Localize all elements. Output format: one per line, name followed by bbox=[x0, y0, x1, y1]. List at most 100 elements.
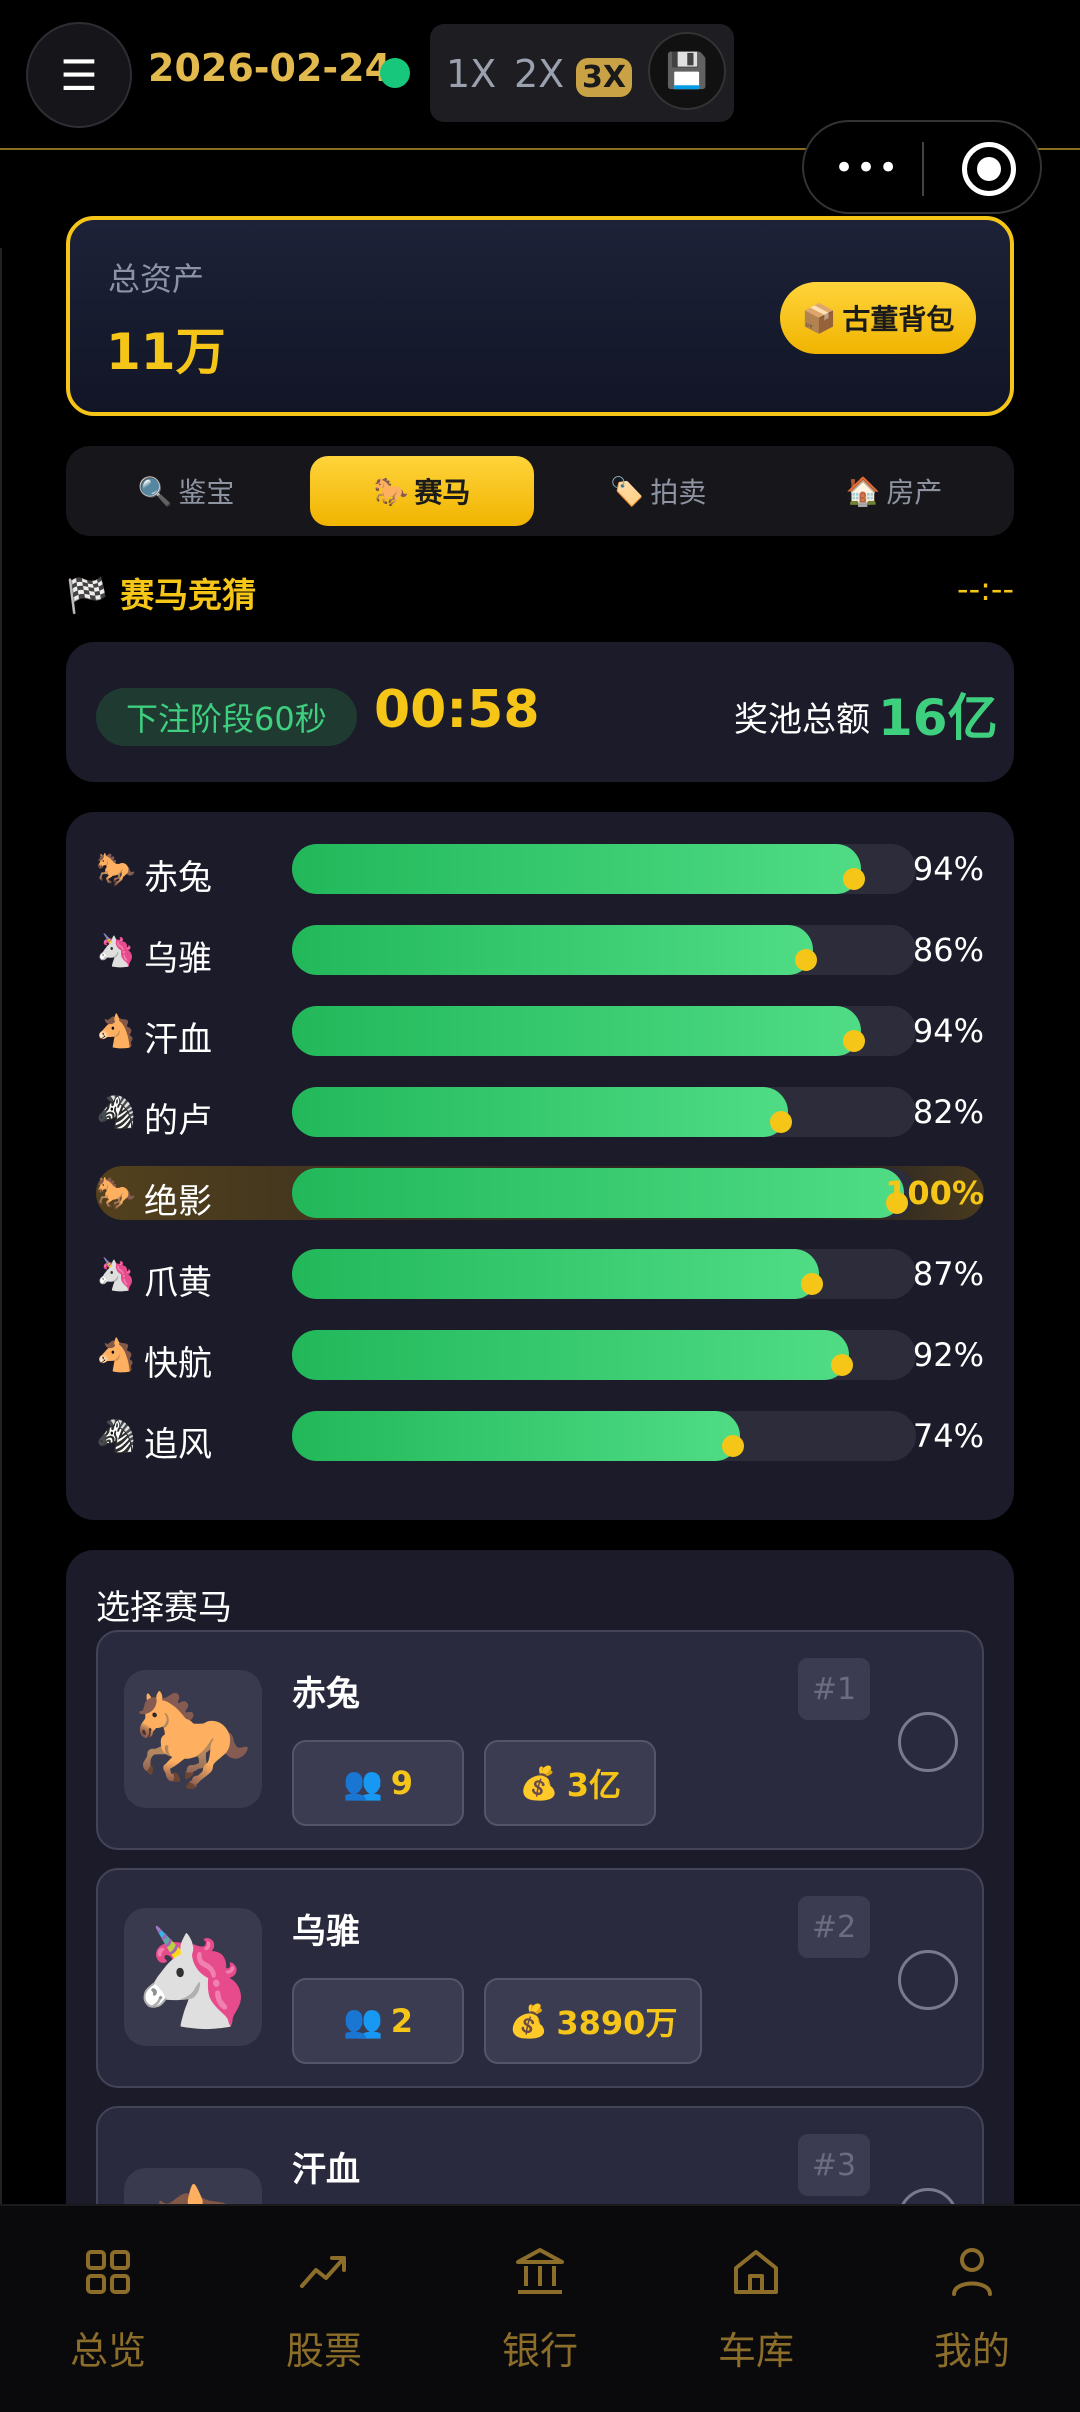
bank-icon bbox=[512, 2244, 568, 2300]
horse-option-card[interactable]: 🦄 乌骓 #2 👥 2 💰 3890万 bbox=[96, 1868, 984, 2088]
horse-icon: 🐎 bbox=[373, 474, 409, 508]
progress-percent: 86% bbox=[912, 931, 984, 969]
prize-pool-value: 16亿 bbox=[878, 689, 998, 747]
nav-profile[interactable]: 我的 bbox=[864, 2244, 1080, 2375]
horse-name: 赤兔 bbox=[144, 858, 212, 898]
tab-auction[interactable]: 🏷️ 拍卖 bbox=[546, 456, 770, 526]
race-progress-row: 🐎 赤兔 94% bbox=[96, 842, 984, 898]
race-progress-row: 🦓 追风 74% bbox=[96, 1409, 984, 1465]
progress-percent: 92% bbox=[912, 1336, 984, 1374]
horse-name: 乌骓 bbox=[144, 939, 212, 979]
total-assets-label: 总资产 bbox=[108, 260, 205, 298]
tab-real-estate[interactable]: 🏠 房产 bbox=[782, 456, 1006, 526]
grid-icon bbox=[80, 2244, 136, 2300]
menu-icon: ☰ bbox=[60, 50, 98, 100]
progress-percent: 82% bbox=[912, 1093, 984, 1131]
left-divider bbox=[0, 248, 2, 2208]
horse-avatar: 🐎 bbox=[124, 1670, 262, 1808]
people-icon: 👥 bbox=[342, 1764, 383, 1802]
progress-marker bbox=[770, 1111, 792, 1133]
countdown-timer: 00:58 bbox=[374, 680, 540, 740]
total-assets-card: 总资产 11万 📦 古董背包 bbox=[66, 216, 1014, 416]
horse-icon: 🦄 bbox=[96, 931, 136, 969]
progress-percent: 94% bbox=[912, 850, 984, 888]
horse-icon: 🦓 bbox=[96, 1093, 136, 1131]
tab-label: 拍卖 bbox=[650, 476, 707, 509]
speed-2x-button[interactable]: 2X bbox=[514, 52, 564, 96]
bet-amount-value: 3890万 bbox=[556, 2004, 678, 2042]
nav-label: 我的 bbox=[933, 2329, 1010, 2373]
progress-percent: 74% bbox=[912, 1417, 984, 1455]
antique-bag-button[interactable]: 📦 古董背包 bbox=[780, 282, 976, 354]
horse-name: 绝影 bbox=[144, 1182, 212, 1222]
progress-fill bbox=[292, 925, 813, 975]
nav-garage[interactable]: 车库 bbox=[648, 2244, 864, 2375]
save-icon: 💾 bbox=[665, 51, 709, 91]
progress-marker bbox=[843, 1030, 865, 1052]
horse-name: 追风 bbox=[144, 1425, 212, 1465]
money-bag-icon: 💰 bbox=[508, 2002, 549, 2040]
horse-avatar: 🦄 bbox=[124, 1908, 262, 2046]
progress-fill bbox=[292, 1249, 819, 1299]
tab-label: 房产 bbox=[886, 476, 943, 509]
progress-track bbox=[292, 1249, 916, 1299]
race-progress-row: 🦓 的卢 82% bbox=[96, 1085, 984, 1141]
save-button[interactable]: 💾 bbox=[648, 32, 726, 110]
race-progress-row: 🐴 汗血 94% bbox=[96, 1004, 984, 1060]
choose-horse-card: 选择赛马 🐎赤兔#1👥9💰3亿🦄乌骓#2👥2💰3890万🐴汗血#3 bbox=[66, 1550, 1014, 2250]
menu-button[interactable]: ☰ bbox=[26, 22, 132, 128]
speed-panel: 1X 2X 3X 💾 bbox=[430, 24, 734, 122]
progress-track bbox=[292, 925, 916, 975]
progress-fill bbox=[292, 1168, 904, 1218]
horse-icon: 🐎 bbox=[96, 1174, 136, 1212]
horse-select-radio[interactable] bbox=[898, 1712, 958, 1772]
progress-fill bbox=[292, 844, 861, 894]
progress-track bbox=[292, 1168, 916, 1218]
nav-bank[interactable]: 银行 bbox=[432, 2244, 648, 2375]
race-progress-row: 🦄 爪黄 87% bbox=[96, 1247, 984, 1303]
progress-track bbox=[292, 1087, 916, 1137]
bettors-value: 2 bbox=[390, 2002, 414, 2040]
tab-horse-racing[interactable]: 🐎 赛马 bbox=[310, 456, 534, 526]
horse-select-radio[interactable] bbox=[898, 1950, 958, 2010]
progress-marker bbox=[795, 949, 817, 971]
horse-option-card[interactable]: 🐎 赤兔 #1 👥 9 💰 3亿 bbox=[96, 1630, 984, 1850]
tag-icon: 🏷️ bbox=[609, 474, 645, 508]
progress-marker bbox=[831, 1354, 853, 1376]
tab-label: 鉴宝 bbox=[178, 476, 235, 509]
progress-marker bbox=[843, 868, 865, 890]
horse-rank-badge: #3 bbox=[798, 2134, 870, 2196]
game-date: 2026-02-24 bbox=[148, 46, 392, 90]
horse-name: 爪黄 bbox=[144, 1263, 212, 1303]
race-title-text: 赛马竞猜 bbox=[120, 576, 257, 616]
nav-stocks[interactable]: 股票 bbox=[216, 2244, 432, 2375]
race-section-title: 🏁 赛马竞猜 bbox=[66, 568, 256, 617]
total-assets-value: 11万 bbox=[106, 323, 226, 381]
race-time: --:-- bbox=[957, 570, 1014, 608]
bettors-value: 9 bbox=[390, 1764, 414, 1802]
more-icon[interactable]: ••• bbox=[834, 148, 900, 188]
progress-fill bbox=[292, 1411, 740, 1461]
progress-fill bbox=[292, 1006, 861, 1056]
bettors-count: 👥 2 bbox=[292, 1978, 464, 2064]
speed-1x-button[interactable]: 1X bbox=[446, 52, 496, 96]
horse-rank-badge: #2 bbox=[798, 1896, 870, 1958]
horse-icon: 🐴 bbox=[96, 1336, 136, 1374]
bet-amount: 💰 3890万 bbox=[484, 1978, 702, 2064]
tab-appraisal[interactable]: 🔍 鉴宝 bbox=[74, 456, 298, 526]
betting-phase-badge: 下注阶段60秒 bbox=[96, 688, 357, 746]
nav-overview[interactable]: 总览 bbox=[0, 2244, 216, 2375]
progress-track bbox=[292, 844, 916, 894]
checkered-flag-icon: 🏁 bbox=[66, 576, 109, 616]
horse-option-name: 汗血 bbox=[292, 2150, 360, 2190]
nav-label: 银行 bbox=[501, 2329, 578, 2373]
progress-marker bbox=[801, 1273, 823, 1295]
tab-label: 赛马 bbox=[414, 476, 471, 509]
box-icon: 📦 bbox=[801, 301, 837, 335]
miniapp-capsule: ••• bbox=[802, 120, 1042, 214]
horse-icon: 🐎 bbox=[96, 850, 136, 888]
user-icon bbox=[944, 2244, 1000, 2300]
target-icon[interactable] bbox=[962, 142, 1016, 196]
speed-3x-button[interactable]: 3X bbox=[576, 58, 633, 97]
nav-label: 车库 bbox=[717, 2329, 794, 2373]
